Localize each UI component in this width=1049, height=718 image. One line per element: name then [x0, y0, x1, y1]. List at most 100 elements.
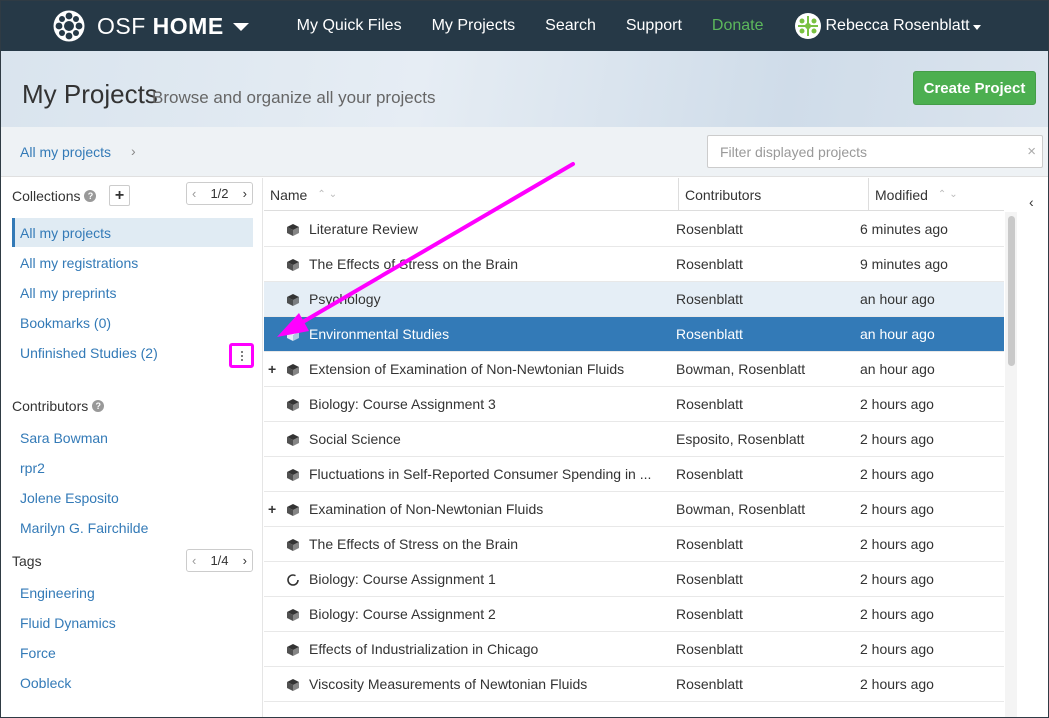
column-header-modified[interactable]: Modified ⌃⌄ — [869, 178, 1004, 211]
table-row[interactable]: The Effects of Stress on the Brain Rosenb… — [264, 527, 1004, 562]
project-name: Biology: Course Assignment 2 — [309, 606, 496, 622]
page-header: My Projects Browse and organize all your… — [1, 51, 1048, 127]
expand-icon[interactable]: + — [268, 501, 278, 517]
project-modified: an hour ago — [860, 361, 935, 377]
project-modified: 9 minutes ago — [860, 256, 948, 272]
project-contributors: Rosenblatt — [676, 466, 743, 482]
chevron-left-icon[interactable]: ‹ — [1029, 194, 1034, 210]
nav-my-projects[interactable]: My Projects — [432, 17, 516, 35]
collection-options-button[interactable] — [229, 343, 254, 368]
table-row[interactable]: Social Science Esposito, Rosenblatt 2 hour… — [264, 422, 1004, 457]
user-menu[interactable]: Rebecca Rosenblatt — [794, 13, 981, 39]
nav-search[interactable]: Search — [545, 17, 596, 35]
nav-support[interactable]: Support — [626, 17, 682, 35]
sidebar-tag-engineering[interactable]: Engineering — [12, 578, 253, 607]
project-contributors: Rosenblatt — [676, 676, 743, 692]
sidebar-item-all-my-preprints[interactable]: All my preprints — [12, 278, 253, 307]
table-row[interactable]: + Extension of Examination of Non-Newtoni… — [264, 352, 1004, 387]
breadcrumb-all-my-projects[interactable]: All my projects — [20, 144, 111, 160]
sidebar-item-all-my-registrations[interactable]: All my registrations — [12, 248, 253, 277]
collections-pager: ‹ 1/2 › — [186, 182, 253, 205]
project-cube-icon — [287, 399, 299, 411]
project-modified: 2 hours ago — [860, 606, 934, 622]
project-name: Examination of Non-Newtonian Fluids — [309, 501, 544, 517]
project-cube-icon — [287, 679, 299, 691]
sidebar-contributor-jolene-esposito[interactable]: Jolene Esposito — [12, 483, 253, 512]
project-name: Social Science — [309, 431, 401, 447]
table-row[interactable]: Fluctuations in Self-Reported Consumer S… — [264, 457, 1004, 492]
project-name: The Effects of Stress on the Brain — [309, 256, 519, 272]
sidebar-tag-fluid-dynamics[interactable]: Fluid Dynamics — [12, 608, 253, 637]
table-row[interactable]: Effects of Industrialization in Chicago R… — [264, 632, 1004, 667]
project-modified: 2 hours ago — [860, 641, 934, 657]
sidebar-contributor-marilyn-fairchilde[interactable]: Marilyn G. Fairchilde — [12, 513, 253, 542]
sidebar-tag-oobleck[interactable]: Oobleck — [12, 668, 253, 697]
project-modified: an hour ago — [860, 291, 935, 307]
user-name: Rebecca Rosenblatt — [825, 17, 970, 34]
column-header-name[interactable]: Name ⌃⌄ — [264, 178, 679, 211]
project-contributors: Bowman, Rosenblatt — [676, 501, 806, 517]
table-row[interactable]: Psychology Rosenblatt an hour ago — [264, 282, 1004, 317]
projects-table: Name ⌃⌄ Contributors Modified ⌃⌄ Literat… — [264, 178, 1020, 717]
sidebar-item-all-my-projects[interactable]: All my projects — [12, 218, 253, 247]
table-scrollbar[interactable] — [1005, 212, 1017, 717]
project-modified: 2 hours ago — [860, 501, 934, 517]
project-contributors: Rosenblatt — [676, 256, 743, 272]
tags-heading: Tags — [12, 553, 42, 569]
sidebar-item-bookmarks[interactable]: Bookmarks (0) — [12, 308, 253, 337]
nav-links: My Quick Files My Projects Search Suppor… — [297, 1, 794, 51]
table-header: Name ⌃⌄ Contributors Modified ⌃⌄ — [264, 178, 1004, 211]
project-name: Fluctuations in Self-Reported Consumer S… — [309, 466, 652, 482]
clear-filter-icon[interactable]: × — [1027, 143, 1036, 160]
help-icon[interactable]: ? — [84, 190, 97, 202]
table-row[interactable]: Biology: Course Assignment 1 Rosenblatt 2 … — [264, 562, 1004, 597]
nav-donate[interactable]: Donate — [712, 17, 764, 35]
tags-heading-label: Tags — [12, 553, 42, 569]
sidebar-contributor-sara-bowman[interactable]: Sara Bowman — [12, 423, 253, 452]
project-modified: 2 hours ago — [860, 676, 934, 692]
page-title: My Projects — [22, 79, 158, 109]
project-name: Viscosity Measurements of Newtonian Flui… — [309, 676, 588, 692]
table-row[interactable]: Viscosity Measurements of Newtonian Flui… — [264, 667, 1004, 702]
sidebar: Collections ? + ‹ 1/2 › All my projects … — [1, 178, 263, 717]
project-cube-icon — [287, 329, 299, 341]
table-row[interactable]: The Effects of Stress on the Brain Rosenb… — [264, 247, 1004, 282]
avatar-pattern-icon — [795, 14, 820, 38]
project-contributors: Rosenblatt — [676, 326, 743, 342]
table-row[interactable]: Literature Review Rosenblatt 6 minutes ago — [264, 212, 1004, 247]
table-body: Literature Review Rosenblatt 6 minutes ago… — [264, 212, 1004, 702]
create-project-button[interactable]: Create Project — [913, 71, 1036, 105]
chevron-right-icon[interactable]: › — [243, 186, 247, 201]
chevron-left-icon[interactable]: ‹ — [192, 553, 196, 568]
filter-projects-input[interactable] — [708, 136, 1008, 167]
nav-my-quick-files[interactable]: My Quick Files — [297, 17, 402, 35]
table-row[interactable]: Environmental Studies Rosenblatt an hour a… — [264, 317, 1004, 352]
column-modified-label: Modified — [875, 186, 928, 203]
chevron-right-icon[interactable]: › — [243, 553, 247, 568]
osf-home-brand[interactable]: OSF HOME — [53, 10, 249, 42]
project-modified: an hour ago — [860, 326, 935, 342]
help-icon[interactable]: ? — [92, 400, 105, 412]
project-cube-icon — [287, 259, 299, 271]
project-cube-icon — [287, 504, 299, 516]
sidebar-item-unfinished-studies[interactable]: Unfinished Studies (2) — [12, 338, 253, 367]
add-collection-button[interactable]: + — [109, 185, 130, 206]
table-row[interactable]: + Examination of Non-Newtonian Fluids Bowm… — [264, 492, 1004, 527]
chevron-left-icon[interactable]: ‹ — [192, 186, 196, 201]
project-contributors: Rosenblatt — [676, 641, 743, 657]
expand-icon[interactable]: + — [268, 361, 278, 377]
top-navbar: OSF HOME My Quick Files My Projects Sear… — [1, 1, 1048, 51]
project-contributors: Esposito, Rosenblatt — [676, 431, 805, 447]
scrollbar-thumb[interactable] — [1008, 216, 1015, 366]
sort-icon[interactable]: ⌃⌄ — [938, 189, 961, 200]
table-row[interactable]: Biology: Course Assignment 3 Rosenblatt 2 … — [264, 387, 1004, 422]
chevron-right-icon: › — [131, 143, 136, 159]
project-contributors: Rosenblatt — [676, 606, 743, 622]
sidebar-tag-force[interactable]: Force — [12, 638, 253, 667]
sort-icon[interactable]: ⌃⌄ — [317, 189, 340, 200]
project-modified: 2 hours ago — [860, 571, 934, 587]
project-contributors: Bowman, Rosenblatt — [676, 361, 806, 377]
project-contributors: Rosenblatt — [676, 536, 743, 552]
table-row[interactable]: Biology: Course Assignment 2 Rosenblatt 2 … — [264, 597, 1004, 632]
sidebar-contributor-rpr2[interactable]: rpr2 — [12, 453, 253, 482]
